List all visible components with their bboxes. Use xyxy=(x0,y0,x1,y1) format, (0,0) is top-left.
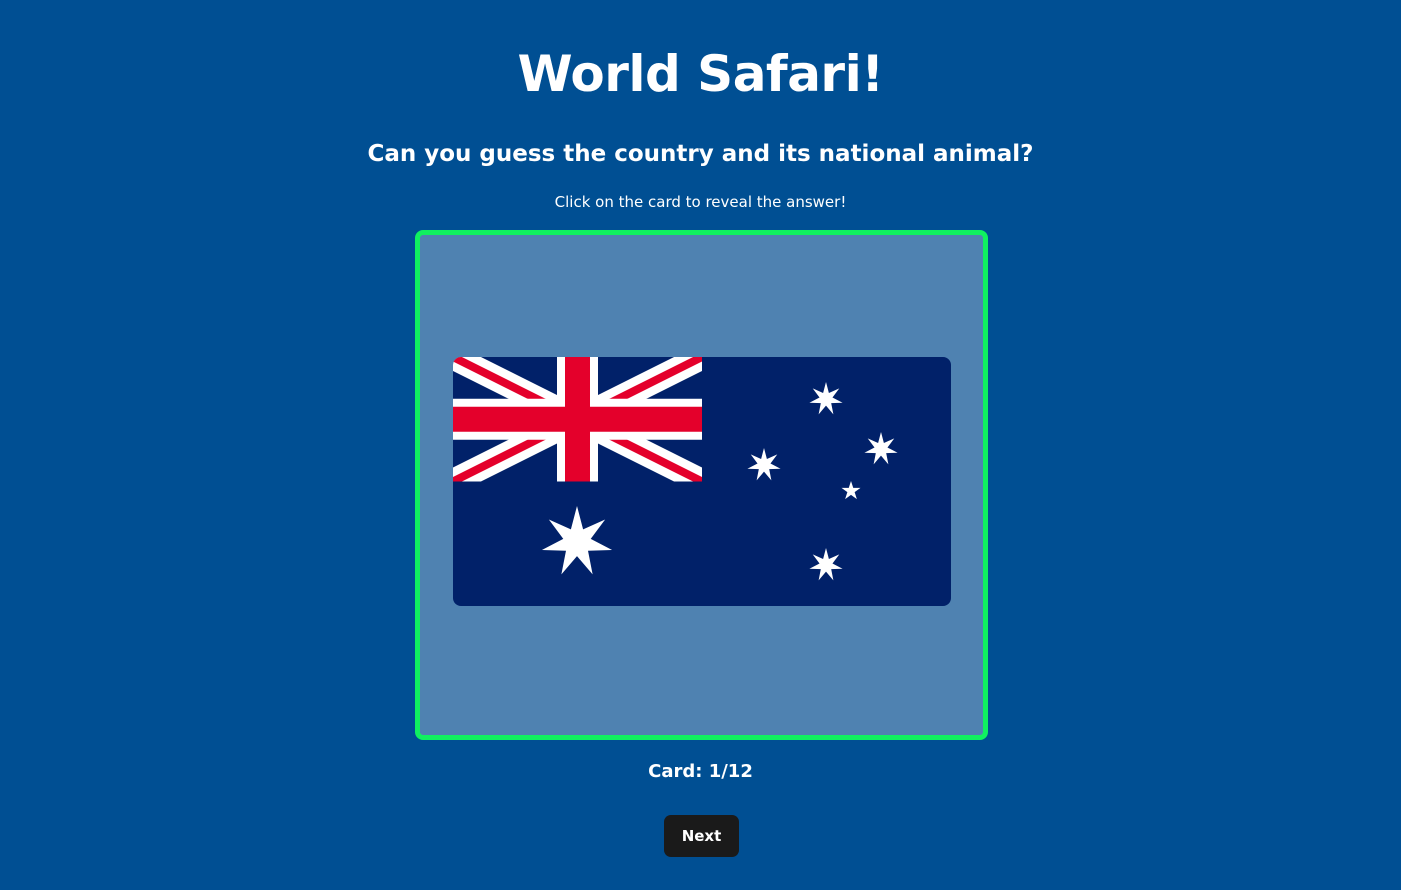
page-title: World Safari! xyxy=(517,45,884,103)
card-counter: Card: 1/12 xyxy=(648,761,753,782)
page-subtitle: Can you guess the country and its nation… xyxy=(367,141,1034,167)
union-jack xyxy=(453,357,702,482)
next-button[interactable]: Next xyxy=(664,815,739,857)
flashcard[interactable] xyxy=(415,230,988,740)
instructions-text: Click on the card to reveal the answer! xyxy=(554,193,847,211)
page: World Safari! Can you guess the country … xyxy=(0,0,1401,890)
australia-flag-image xyxy=(453,357,951,606)
